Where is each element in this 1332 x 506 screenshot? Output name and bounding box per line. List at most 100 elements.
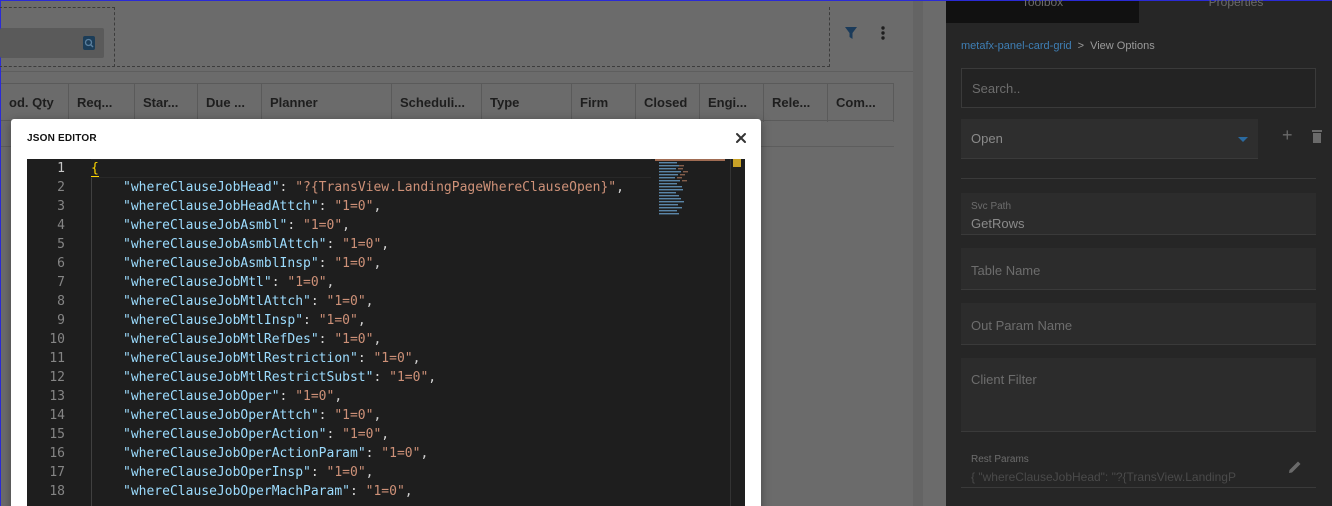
divider: [1, 71, 913, 72]
json-string-value: 1=0: [381, 351, 405, 366]
code-line[interactable]: "whereClauseJobOperInsp": "1=0",: [123, 463, 373, 482]
json-key: whereClauseJobMtl: [130, 275, 264, 290]
table-name-field[interactable]: Table Name: [961, 248, 1316, 290]
code-line[interactable]: "whereClauseJobOper": "1=0",: [123, 387, 342, 406]
column-header[interactable]: Planner: [262, 84, 392, 122]
code-editor[interactable]: 1 2 3 4 5 6 7 8 9 10 11 12 13 14 15 16 17 18 {"whereClaus…: [27, 159, 745, 506]
trash-icon[interactable]: [1311, 129, 1323, 143]
column-header[interactable]: Engi...: [700, 84, 764, 122]
json-editor-modal: JSON EDITOR 1 2 3 4 5 6 7 8 9 10 11 12 13 14 15 16 17 18 …: [11, 119, 761, 506]
client-filter-placeholder: Client Filter: [971, 372, 1037, 387]
line-number: 12: [49, 370, 65, 385]
out-param-name-field[interactable]: Out Param Name: [961, 303, 1316, 345]
code-line[interactable]: "whereClauseJobMtlRestriction": "1=0",: [123, 349, 420, 368]
line-number: 14: [49, 408, 65, 423]
json-string-value: 1=0: [326, 313, 350, 328]
properties-search-input[interactable]: Search..: [961, 68, 1316, 108]
json-string-value: 1=0: [310, 218, 335, 233]
close-icon[interactable]: [734, 131, 748, 145]
breadcrumb-link[interactable]: metafx-panel-card-grid: [961, 40, 1072, 52]
column-header[interactable]: Due ...: [198, 84, 262, 122]
json-string-value: 1=0: [334, 294, 358, 309]
line-number: 5: [57, 237, 65, 252]
code-line[interactable]: "whereClauseJobOperAction": "1=0",: [123, 425, 389, 444]
client-filter-field[interactable]: Client Filter: [961, 358, 1316, 432]
ruler-marker: [733, 159, 741, 167]
search-box[interactable]: [0, 28, 104, 58]
line-number: 1: [57, 161, 65, 176]
json-string-value: 1=0: [334, 465, 358, 480]
code-area[interactable]: { "whereClauseJobHead": "?{TransView.Land…: [91, 159, 691, 506]
svc-path-value: GetRows: [971, 216, 1025, 231]
column-header[interactable]: Star...: [135, 84, 198, 122]
breadcrumb: metafx-panel-card-grid > View Options: [961, 40, 1155, 52]
json-key: whereClauseJobOperAction: [130, 427, 319, 442]
column-header[interactable]: Com...: [828, 84, 894, 122]
code-line[interactable]: "whereClauseJobAsmbl": "1=0",: [123, 216, 350, 235]
pencil-icon[interactable]: [1287, 459, 1303, 475]
view-select-value: Open: [971, 131, 1003, 146]
toolbar-panel: [117, 7, 830, 67]
code-line[interactable]: "whereClauseJobMtlRefDes": "1=0",: [123, 330, 381, 349]
tab-toolbox[interactable]: Toolbox: [946, 0, 1139, 23]
overview-ruler[interactable]: [730, 159, 744, 506]
json-key: whereClauseJobOperInsp: [130, 465, 304, 480]
scrollbar[interactable]: [913, 1, 923, 506]
json-key: whereClauseJobHead: [130, 180, 272, 195]
view-select[interactable]: Open: [961, 119, 1258, 159]
rest-params-field[interactable]: Rest Params { "whereClauseJobHead": "?{T…: [961, 446, 1316, 488]
code-line[interactable]: "whereClauseJobMtl": "1=0",: [123, 273, 334, 292]
caret-down-icon: [1238, 137, 1248, 142]
column-header[interactable]: Firm: [572, 84, 636, 122]
column-header[interactable]: Type: [482, 84, 572, 122]
code-line[interactable]: "whereClauseJobHeadAttch": "1=0",: [123, 197, 381, 216]
tab-properties[interactable]: Properties: [1139, 0, 1332, 23]
json-string-value: 1=0: [342, 332, 366, 347]
json-key: whereClauseJobAsmblAttch: [130, 237, 319, 252]
properties-panel: Toolbox Properties metafx-panel-card-gri…: [946, 0, 1332, 506]
code-line[interactable]: {: [91, 159, 99, 178]
document-search-icon[interactable]: [82, 35, 96, 51]
more-options-icon[interactable]: [877, 24, 889, 42]
modal-title: JSON EDITOR: [27, 133, 97, 144]
column-header[interactable]: Rele...: [764, 84, 828, 122]
blank-field[interactable]: [961, 161, 1316, 179]
line-number: 6: [57, 256, 65, 271]
code-line[interactable]: "whereClauseJobOperAttch": "1=0",: [123, 406, 381, 425]
code-line[interactable]: "whereClauseJobMtlInsp": "1=0",: [123, 311, 366, 330]
column-header[interactable]: Closed: [636, 84, 700, 122]
search-panel: [0, 7, 115, 67]
json-string-value: 1=0: [373, 484, 397, 499]
code-line[interactable]: "whereClauseJobAsmblInsp": "1=0",: [123, 254, 381, 273]
panel-tabs: Toolbox Properties: [946, 0, 1332, 23]
svc-path-field[interactable]: Svc Path GetRows: [961, 193, 1316, 235]
column-header[interactable]: Scheduli...: [392, 84, 482, 122]
open-brace: {: [91, 161, 99, 177]
code-line[interactable]: "whereClauseJobMtlAttch": "1=0",: [123, 292, 373, 311]
code-line[interactable]: "whereClauseJobHead": "?{TransView.Landi…: [123, 178, 624, 197]
grid-header: od. Qty Req... Star... Due ... Planner S…: [1, 83, 894, 122]
add-icon[interactable]: +: [1282, 126, 1296, 144]
line-number: 18: [49, 484, 65, 499]
code-line[interactable]: "whereClauseJobOperMachParam": "1=0",: [123, 482, 413, 501]
filter-icon[interactable]: [844, 25, 858, 41]
column-header[interactable]: od. Qty: [1, 84, 69, 122]
minimap[interactable]: [655, 159, 727, 219]
code-line[interactable]: "whereClauseJobAsmblAttch": "1=0",: [123, 235, 389, 254]
table-name-placeholder: Table Name: [971, 263, 1041, 278]
code-line[interactable]: "whereClauseJobOperActionParam": "1=0",: [123, 444, 428, 463]
json-key: whereClauseJobOperAttch: [130, 408, 311, 423]
search-placeholder: Search..: [972, 81, 1021, 96]
json-string-value: ?{TransView.LandingPageWhereClauseOpen}: [303, 180, 609, 195]
svc-path-label: Svc Path: [971, 201, 1012, 212]
json-key: whereClauseJobOper: [130, 389, 272, 404]
line-number: 11: [49, 351, 65, 366]
column-header[interactable]: Req...: [69, 84, 135, 122]
line-number: 15: [49, 427, 65, 442]
line-number: 2: [57, 180, 65, 195]
code-line[interactable]: "whereClauseJobMtlRestrictSubst": "1=0",: [123, 368, 436, 387]
breadcrumb-separator: >: [1077, 40, 1085, 52]
json-string-value: 1=0: [295, 275, 319, 290]
json-key: whereClauseJobHeadAttch: [130, 199, 311, 214]
json-key: whereClauseJobOperActionParam: [130, 446, 358, 461]
